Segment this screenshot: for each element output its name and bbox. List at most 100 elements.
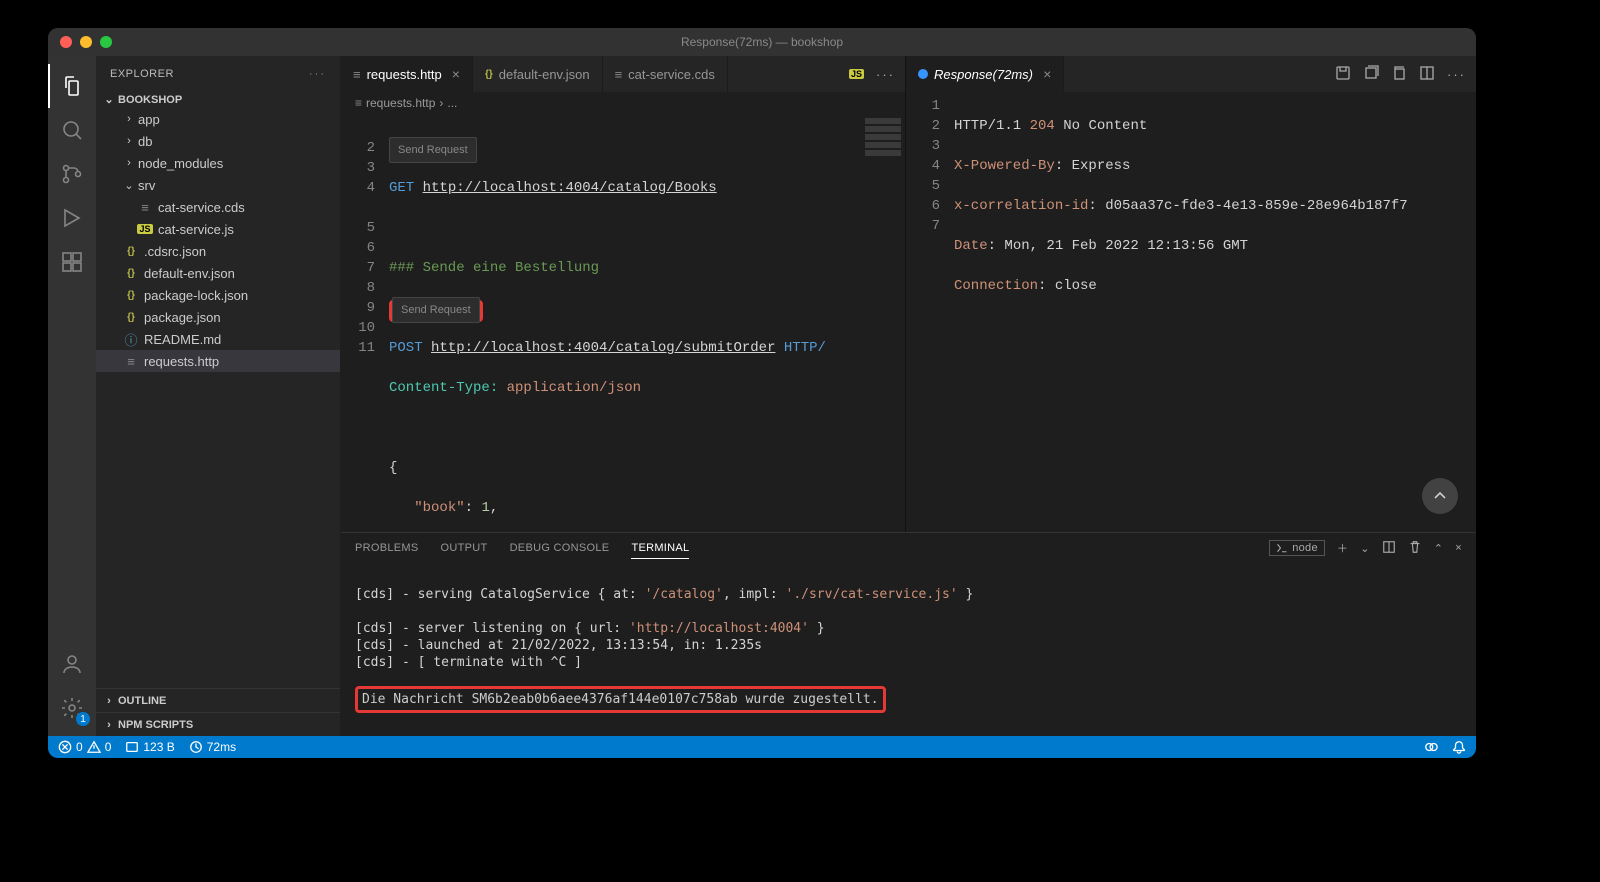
more-actions-icon[interactable]: ···	[1447, 67, 1466, 82]
status-feedback-icon[interactable]	[1424, 740, 1438, 754]
editor-left[interactable]: 2 3 4 5 6 7 8 9 10 11 Send Reques	[341, 114, 905, 532]
scroll-top-button[interactable]	[1422, 478, 1458, 514]
json-key: "book"	[414, 500, 464, 516]
project-section[interactable]: ⌄ BOOKSHOP	[96, 91, 340, 108]
run-debug-icon[interactable]	[48, 196, 96, 240]
file-package-json[interactable]: {}package.json	[96, 306, 340, 328]
status-size[interactable]: 123 B	[125, 740, 174, 754]
file-cdsrc-json[interactable]: {}.cdsrc.json	[96, 240, 340, 262]
maximize-panel-icon[interactable]: ⌃	[1434, 542, 1444, 555]
terminal-line: [cds] - launched at 21/02/2022, 13:13:54…	[355, 638, 762, 653]
panel: PROBLEMS OUTPUT DEBUG CONSOLE TERMINAL n…	[341, 532, 1476, 736]
breadcrumb-sep: ›	[439, 96, 443, 110]
save-all-icon[interactable]	[1363, 65, 1379, 84]
accounts-icon[interactable]	[48, 642, 96, 686]
close-window-button[interactable]	[60, 36, 72, 48]
terminal-dropdown-icon[interactable]: ⌄	[1360, 542, 1370, 555]
tab-default-env[interactable]: {} default-env.json	[473, 56, 603, 92]
tab-requests-http[interactable]: ≡ requests.http ×	[341, 56, 473, 92]
file-icon: ≡	[615, 67, 623, 82]
explorer-icon[interactable]	[48, 64, 96, 108]
tab-label: cat-service.cds	[628, 67, 715, 82]
tab-cat-service-cds[interactable]: ≡ cat-service.cds	[603, 56, 728, 92]
traffic-lights	[48, 36, 112, 48]
panel-tab-terminal[interactable]: TERMINAL	[631, 538, 689, 559]
http-url: http://localhost:4004/catalog/Books	[423, 180, 717, 196]
split-editor-icon[interactable]	[1419, 65, 1435, 84]
panel-tab-output[interactable]: OUTPUT	[441, 538, 488, 558]
close-icon[interactable]: ×	[1043, 66, 1051, 82]
kill-terminal-icon[interactable]	[1408, 540, 1422, 557]
json-icon: {}	[122, 312, 140, 323]
gutter: 1 2 3 4 5 6 7	[906, 92, 954, 532]
minimap[interactable]	[861, 114, 905, 532]
tab-response[interactable]: Response(72ms) ×	[906, 56, 1064, 92]
editor-right[interactable]: 1 2 3 4 5 6 7 HTTP/1.1 204 No Content X-…	[906, 92, 1476, 532]
json-icon: {}	[485, 69, 493, 80]
send-request-codelens[interactable]: Send Request	[392, 297, 480, 323]
extensions-icon[interactable]	[48, 240, 96, 284]
json-icon: {}	[122, 290, 140, 301]
minimize-window-button[interactable]	[80, 36, 92, 48]
send-request-codelens[interactable]: Send Request	[389, 137, 477, 163]
outline-label: OUTLINE	[118, 695, 166, 707]
close-panel-icon[interactable]: ×	[1455, 542, 1462, 554]
new-terminal-icon[interactable]: ＋	[1337, 540, 1348, 556]
file-package-lock-json[interactable]: {} package-lock.json	[96, 284, 340, 306]
terminal-selector[interactable]: node	[1269, 540, 1325, 556]
sidebar-title: EXPLORER	[110, 68, 174, 80]
error-count: 0	[76, 740, 83, 754]
copy-icon[interactable]	[1391, 65, 1407, 84]
search-icon[interactable]	[48, 108, 96, 152]
json-icon: {}	[122, 268, 140, 279]
file-label: package-lock.json	[144, 288, 248, 303]
tab-label: requests.http	[367, 67, 442, 82]
file-readme[interactable]: ⓘREADME.md	[96, 328, 340, 350]
split-terminal-icon[interactable]	[1382, 540, 1396, 557]
folder-label: app	[138, 112, 160, 127]
npm-scripts-label: NPM SCRIPTS	[118, 719, 193, 731]
save-icon[interactable]	[1335, 65, 1351, 84]
breadcrumbs[interactable]: ≡ requests.http › ...	[341, 92, 905, 114]
panel-tab-problems[interactable]: PROBLEMS	[355, 538, 419, 558]
warning-count: 0	[105, 740, 112, 754]
settings-gear-icon[interactable]: 1	[48, 686, 96, 730]
file-default-env-json[interactable]: {} default-env.json	[96, 262, 340, 284]
status-errors[interactable]: 0 0	[58, 740, 111, 754]
terminal-output[interactable]: [cds] - serving CatalogService { at: '/c…	[341, 563, 1476, 736]
folder-node-modules[interactable]: ›node_modules	[96, 152, 340, 174]
file-label: default-env.json	[144, 266, 235, 281]
breadcrumb-file: requests.http	[366, 96, 435, 110]
shell-name: node	[1292, 542, 1318, 554]
tabs-right: Response(72ms) × ···	[906, 56, 1476, 92]
folder-label: db	[138, 134, 152, 149]
close-icon[interactable]: ×	[452, 66, 460, 82]
status-bell-icon[interactable]	[1452, 740, 1466, 754]
info-icon: ⓘ	[122, 330, 140, 349]
window-title: Response(72ms) — bookshop	[48, 35, 1476, 49]
panel-tab-debug[interactable]: DEBUG CONSOLE	[510, 538, 610, 558]
http-method: GET	[389, 180, 414, 196]
source-control-icon[interactable]	[48, 152, 96, 196]
status-time[interactable]: 72ms	[189, 740, 236, 754]
folder-srv[interactable]: ⌄srv	[96, 174, 340, 196]
terminal-line: [cds] - [ terminate with ^C ]	[355, 655, 582, 670]
npm-scripts-section[interactable]: ›NPM SCRIPTS	[96, 712, 340, 736]
folder-db[interactable]: ›db	[96, 130, 340, 152]
sidebar-more-icon[interactable]: ···	[309, 68, 326, 80]
folder-label: node_modules	[138, 156, 223, 171]
js-icon: JS	[849, 69, 864, 79]
folder-app[interactable]: ›app	[96, 108, 340, 130]
editor-group-left: ≡ requests.http × {} default-env.json ≡ …	[341, 56, 906, 532]
outline-section[interactable]: ›OUTLINE	[96, 688, 340, 712]
file-requests-http[interactable]: ≡requests.http	[96, 350, 340, 372]
file-cat-service-js[interactable]: JScat-service.js	[96, 218, 340, 240]
sidebar: EXPLORER ··· ⌄ BOOKSHOP ›app ›db ›node_m…	[96, 56, 341, 736]
comment: ### Sende eine Bestellung	[389, 260, 599, 276]
editor-group-right: Response(72ms) × ··· 1	[906, 56, 1476, 532]
code-area[interactable]: Send Request GET http://localhost:4004/c…	[389, 114, 905, 532]
gutter: 2 3 4 5 6 7 8 9 10 11	[341, 114, 389, 532]
zoom-window-button[interactable]	[100, 36, 112, 48]
file-cat-service-cds[interactable]: ≡cat-service.cds	[96, 196, 340, 218]
tab-overflow-icon[interactable]: ···	[876, 67, 895, 82]
